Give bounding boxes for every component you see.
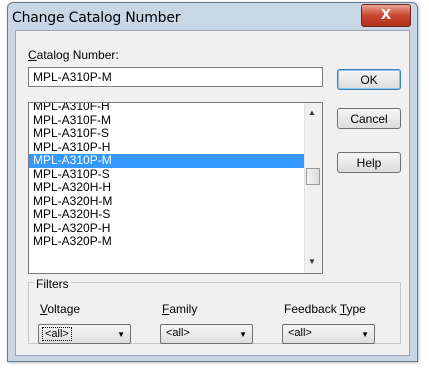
close-icon: X xyxy=(380,8,392,23)
list-item[interactable]: MPL-A320P-M xyxy=(29,234,305,249)
voltage-select[interactable]: <all> ▼ xyxy=(38,324,131,344)
list-item[interactable]: MPL-A320H-S xyxy=(29,207,305,222)
list-item[interactable]: MPL-A320H-M xyxy=(29,194,305,209)
list-item[interactable]: MPL-A320P-H xyxy=(29,221,305,236)
list-item[interactable]: MPL-A310F-S xyxy=(29,126,305,141)
list-item[interactable]: MPL-A310P-S xyxy=(29,167,305,182)
catalog-listbox[interactable]: MPL-A310F-H MPL-A310F-M MPL-A310F-S MPL-A31… xyxy=(28,102,323,274)
catalog-number-input[interactable]: MPL-A310P-M xyxy=(28,67,323,87)
scroll-down-icon[interactable]: ▼ xyxy=(308,257,316,266)
ok-button[interactable]: OK xyxy=(337,69,401,90)
close-button[interactable]: X xyxy=(361,4,411,27)
list-item[interactable]: MPL-A310P-H xyxy=(29,140,305,155)
cancel-button[interactable]: Cancel xyxy=(337,108,401,129)
scroll-thumb[interactable] xyxy=(306,168,320,185)
family-select-value: <all> xyxy=(166,327,190,339)
catalog-list-items: MPL-A310F-H MPL-A310F-M MPL-A310F-S MPL-A31… xyxy=(29,103,305,249)
voltage-select-value: <all> xyxy=(42,327,72,341)
list-item[interactable]: MPL-A320H-H xyxy=(29,180,305,195)
filters-legend: Filters xyxy=(34,277,71,291)
dialog-body: Catalog Number: MPL-A310P-M MPL-A310F-H M… xyxy=(15,30,410,356)
window-title: Change Catalog Number xyxy=(12,10,181,26)
scroll-up-icon[interactable]: ▲ xyxy=(308,108,316,117)
chevron-down-icon: ▼ xyxy=(361,330,369,339)
catalog-number-label: Catalog Number: xyxy=(28,48,119,62)
list-item[interactable]: MPL-A310F-H xyxy=(29,103,305,114)
family-select[interactable]: <all> ▼ xyxy=(160,324,253,344)
feedback-type-select-value: <all> xyxy=(288,327,312,339)
chevron-down-icon: ▼ xyxy=(117,330,125,339)
list-item[interactable]: MPL-A310P-M xyxy=(29,153,305,168)
feedback-type-select[interactable]: <all> ▼ xyxy=(282,324,375,344)
family-label: Family xyxy=(162,302,198,316)
list-scrollbar[interactable]: ▲ ▼ xyxy=(304,103,322,273)
voltage-label: Voltage xyxy=(40,302,81,316)
help-button[interactable]: Help xyxy=(337,152,401,173)
dialog-window: Change Catalog Number X Catalog Number: … xyxy=(7,2,418,362)
feedback-type-label: Feedback Type xyxy=(284,302,366,316)
list-item[interactable]: MPL-A310F-M xyxy=(29,113,305,128)
chevron-down-icon: ▼ xyxy=(239,330,247,339)
